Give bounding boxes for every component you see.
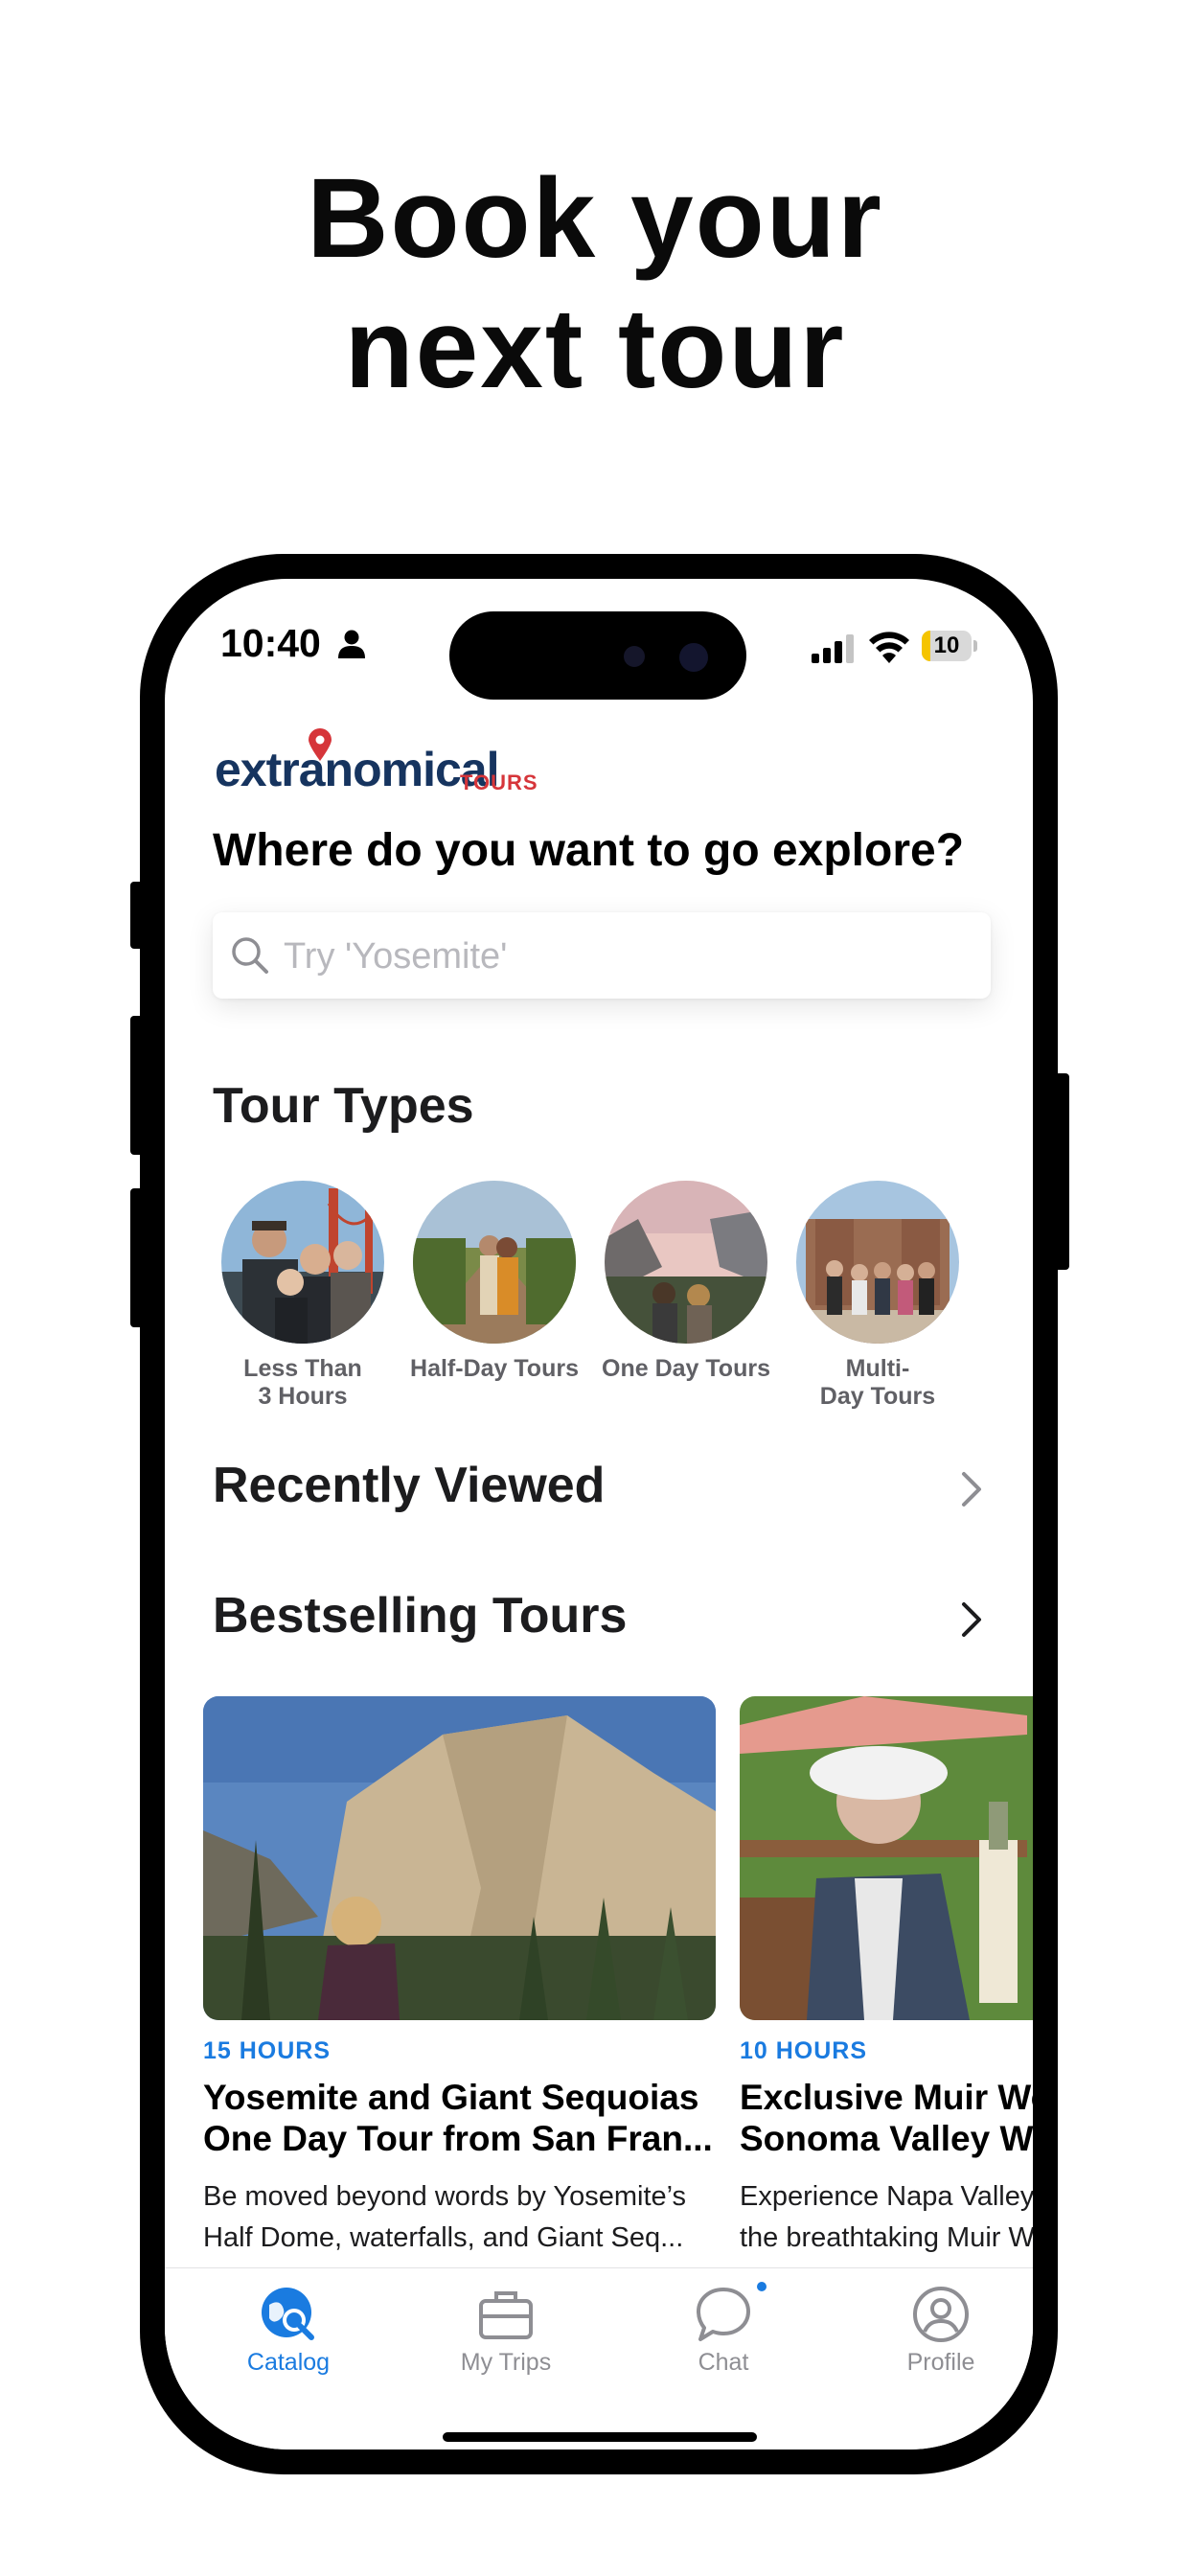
tour-type-photo [413, 1181, 576, 1344]
logo-wordmark: extranomical [215, 743, 499, 796]
sensor-dot [624, 646, 645, 667]
tour-duration: 15 HOURS [203, 2037, 332, 2064]
tour-type-label: One Day Tours [602, 1355, 770, 1382]
tour-types-title: Tour Types [213, 1078, 474, 1134]
tour-title-line-2: One Day Tour from San Fran... [203, 2119, 713, 2158]
profile-icon [913, 2287, 969, 2342]
tour-title-line-1: Exclusive Muir Wo [740, 2078, 1033, 2117]
home-indicator [443, 2432, 757, 2442]
tab-catalog[interactable]: Catalog [217, 2284, 360, 2377]
tab-profile[interactable]: Profile [869, 2284, 1013, 2377]
tab-chat[interactable]: Chat [652, 2284, 795, 2377]
app-screen: 10:40 10 extranomical TOURS Where do you… [165, 579, 1033, 2450]
person-icon [338, 630, 365, 658]
battery-cap [973, 640, 977, 652]
phone-power-button [1054, 1073, 1069, 1270]
status-time: 10:40 [220, 621, 321, 665]
brand-logo: extranomical TOURS [215, 728, 598, 796]
bestselling-title: Bestselling Tours [213, 1588, 628, 1644]
tour-type-label: Multi- Day Tours [819, 1355, 936, 1410]
battery-level: 10 [933, 632, 960, 658]
cellular-signal-icon [812, 634, 854, 663]
camera-lens [679, 643, 708, 672]
wifi-icon [869, 632, 909, 663]
tab-label: Chat [698, 2349, 749, 2376]
logo-tours-text: TOURS [460, 770, 538, 794]
search-icon [232, 937, 268, 974]
phone-volume-down-button [130, 1188, 146, 1327]
tour-type-label: Half-Day Tours [410, 1355, 579, 1382]
search-box[interactable] [213, 912, 991, 1000]
marketing-headline: Book your next tour [0, 153, 1190, 414]
tour-type-one-day[interactable]: One Day Tours [590, 1181, 782, 1383]
tab-bar: Catalog My Trips Chat Profile [165, 2267, 1033, 2450]
tour-card-yosemite[interactable]: 15 HOURS Yosemite and Giant Sequoias One… [203, 1696, 716, 2259]
tour-card-photo [203, 1696, 716, 2020]
tab-label: Profile [906, 2349, 975, 2376]
battery-icon: 10 [922, 631, 977, 661]
briefcase-icon [479, 2291, 533, 2339]
tour-title-line-1: Yosemite and Giant Sequoias [203, 2078, 699, 2117]
tour-type-photo [605, 1181, 767, 1344]
tour-type-half-day[interactable]: Half-Day Tours [399, 1181, 590, 1383]
map-pin-icon [309, 728, 332, 761]
tour-type-photo [796, 1181, 959, 1344]
tab-my-trips[interactable]: My Trips [434, 2284, 578, 2377]
tour-type-multi-day[interactable]: Multi- Day Tours [782, 1181, 973, 1411]
tour-description-line-2: Half Dome, waterfalls, and Giant Seq... [203, 2222, 684, 2253]
chat-unread-dot [757, 2282, 767, 2291]
recently-viewed-title: Recently Viewed [213, 1458, 606, 1513]
headline-line-1: Book your [307, 155, 883, 282]
headline-line-2: next tour [344, 286, 846, 412]
catalog-icon [262, 2288, 314, 2340]
tour-description-line-2: the breathtaking Muir W [740, 2222, 1033, 2253]
battery-body: 10 [922, 631, 972, 661]
dynamic-island [449, 611, 746, 700]
search-input[interactable] [282, 912, 975, 1000]
search-prompt: Where do you want to go explore? [213, 825, 965, 876]
tour-description-line-1: Experience Napa Valley [740, 2181, 1033, 2212]
tab-label: Catalog [246, 2349, 331, 2376]
bestselling-chevron-right-icon[interactable] [960, 1600, 983, 1639]
tour-type-less-than-3-hours[interactable]: Less Than 3 Hours [207, 1181, 399, 1411]
tour-card-muir-woods[interactable]: 10 HOURS Exclusive Muir Wo Sonoma Valley… [740, 1696, 1033, 2259]
tour-description-line-1: Be moved beyond words by Yosemite’s [203, 2181, 687, 2212]
tour-type-label: Less Than 3 Hours [243, 1355, 362, 1410]
recently-viewed-chevron-right-icon[interactable] [960, 1470, 983, 1508]
tour-duration: 10 HOURS [740, 2037, 868, 2064]
tab-label: My Trips [460, 2349, 552, 2376]
tour-card-photo [740, 1696, 1033, 2020]
tour-title-line-2: Sonoma Valley Wi [740, 2119, 1033, 2158]
tour-type-photo [221, 1181, 384, 1344]
phone-volume-up-button [130, 1016, 146, 1155]
phone-action-button [130, 882, 146, 949]
chat-bubble-icon [697, 2288, 750, 2341]
